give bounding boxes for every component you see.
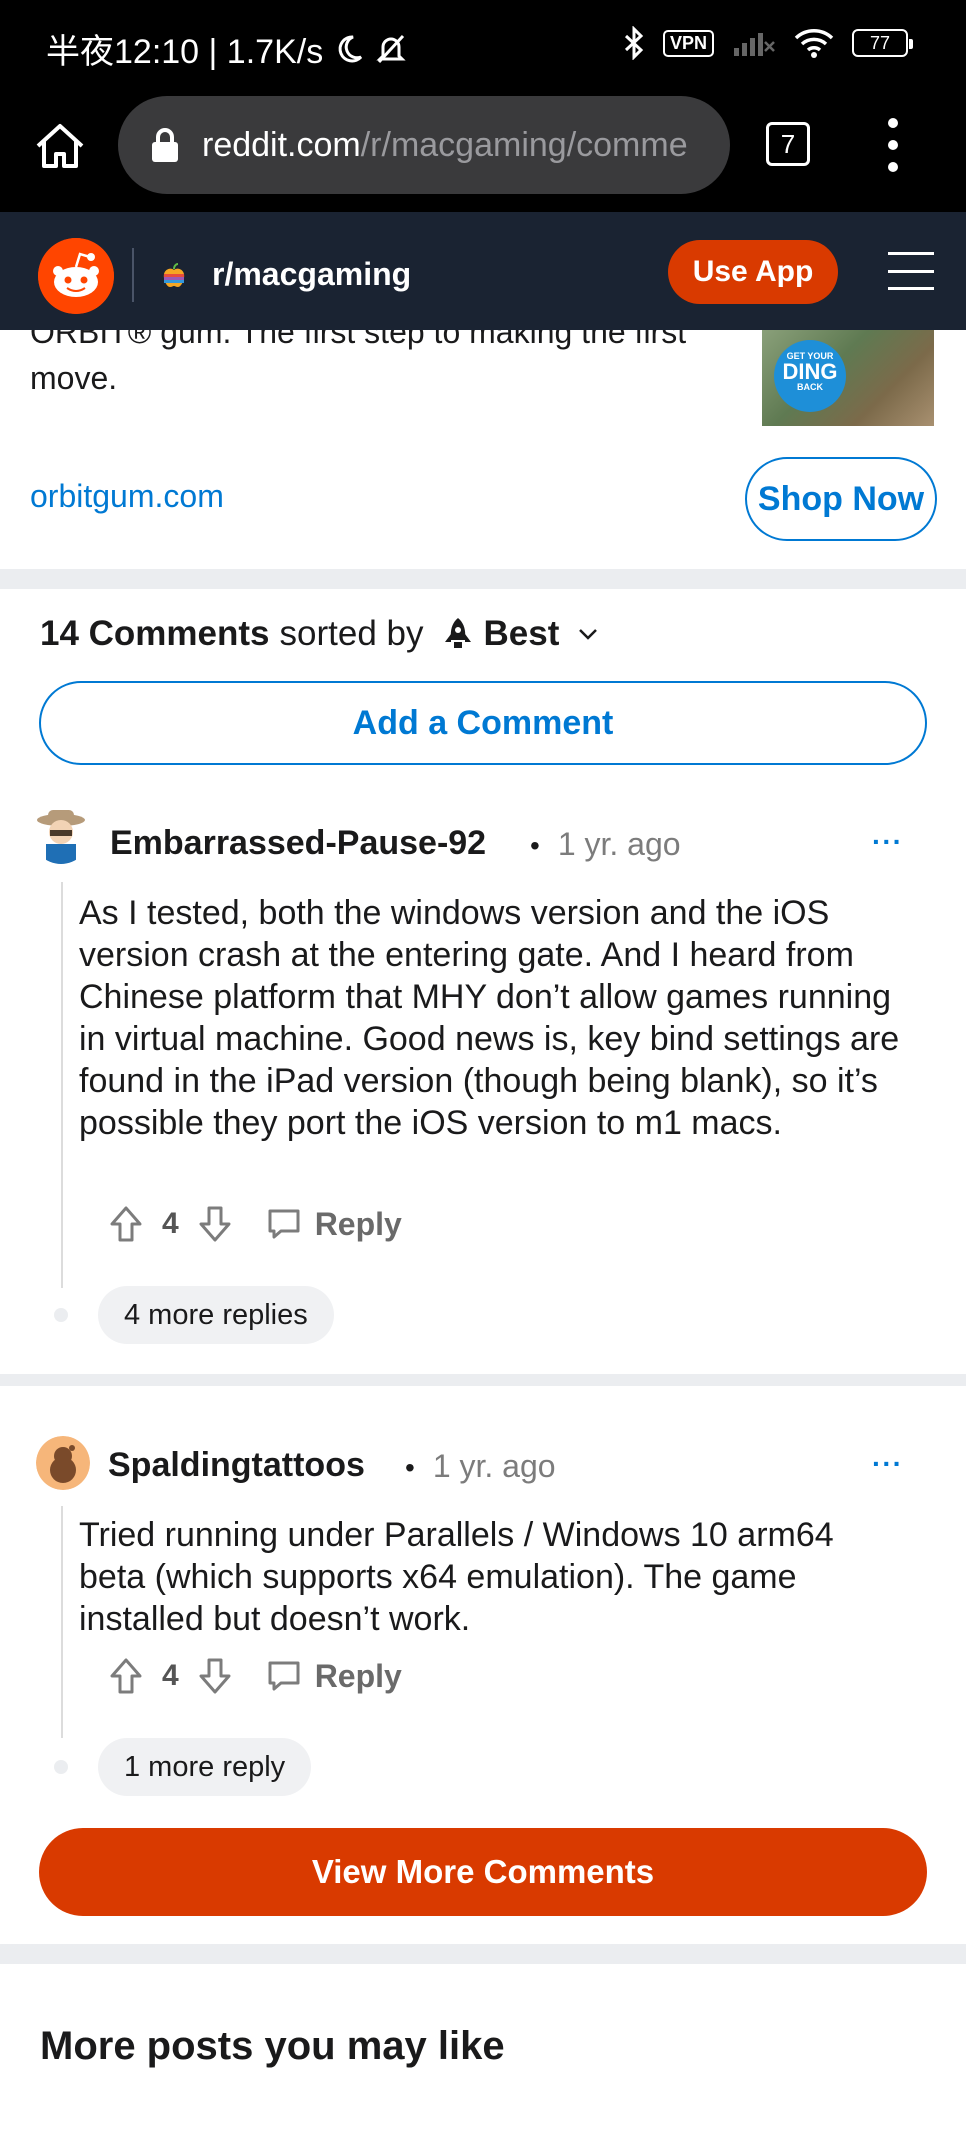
downvote-icon[interactable] — [197, 1204, 233, 1244]
ad-image[interactable]: GET YOUR DING BACK — [762, 330, 934, 426]
browser-menu-icon[interactable] — [885, 118, 901, 172]
ding-badge-main: DING — [782, 359, 838, 384]
add-comment-button[interactable]: Add a Comment — [39, 681, 927, 765]
signal-icon — [734, 33, 775, 56]
comment-body: As I tested, both the windows version an… — [79, 894, 900, 1142]
vpn-badge: VPN — [662, 29, 714, 57]
url-path: /r/macgaming/comme — [360, 125, 688, 164]
comment-meta: • 1 yr. ago — [530, 826, 681, 862]
lock-icon — [152, 128, 178, 162]
section-divider — [0, 1944, 966, 1964]
status-left: 半夜12:10 | 1.7K/s — [46, 24, 407, 73]
shop-now-button[interactable]: Shop Now — [745, 457, 937, 541]
avatar[interactable] — [32, 806, 90, 864]
branch-dot — [54, 1760, 68, 1774]
url-domain: reddit.com — [202, 125, 361, 164]
vote-count: 4 — [162, 1207, 179, 1240]
more-posts-heading: More posts you may like — [40, 2024, 505, 2068]
use-app-button[interactable]: Use App — [668, 240, 838, 304]
comment-actions: 4 Reply — [108, 1654, 402, 1698]
comment-count: 14 Comments — [40, 614, 270, 653]
comment-meta: • 1 yr. ago — [405, 1448, 556, 1484]
rocket-icon[interactable] — [442, 616, 474, 652]
downvote-icon[interactable] — [197, 1656, 233, 1696]
chevron-down-icon[interactable] — [577, 627, 599, 641]
browser-toolbar: reddit.com/r/macgaming/comme 7 — [0, 94, 966, 212]
status-time-speed: 半夜12:10 | 1.7K/s — [46, 33, 324, 71]
sort-dropdown[interactable]: Best — [484, 614, 560, 654]
bluetooth-icon — [624, 26, 644, 60]
thread-line[interactable] — [61, 882, 63, 1288]
apple-subreddit-icon — [163, 263, 185, 287]
tab-switcher-button[interactable]: 7 — [766, 122, 810, 166]
comment-age: 1 yr. ago — [432, 1448, 556, 1484]
avatar[interactable] — [36, 1436, 90, 1490]
sorted-by-label: sorted by — [279, 614, 424, 653]
reply-button[interactable]: Reply — [267, 1658, 402, 1695]
branch-dot — [54, 1308, 68, 1322]
more-replies-button[interactable]: 4 more replies — [98, 1286, 334, 1344]
status-bar: 半夜12:10 | 1.7K/s VPN 77 — [0, 0, 966, 94]
reddit-logo-icon[interactable] — [38, 238, 114, 314]
view-more-comments-button[interactable]: View More Comments — [39, 1828, 927, 1916]
vote-count: 4 — [162, 1659, 179, 1692]
comments-header: 14 Comments sorted by Best — [40, 614, 599, 654]
reply-label: Reply — [314, 1657, 402, 1694]
wifi-icon — [794, 29, 834, 58]
hamburger-menu-icon[interactable] — [888, 252, 934, 290]
comment-divider — [0, 1374, 966, 1386]
comment-body: Tried running under Parallels / Windows … — [79, 1516, 834, 1638]
more-options-icon[interactable]: ··· — [872, 826, 903, 858]
header-divider — [132, 248, 134, 302]
subreddit-name[interactable]: r/macgaming — [212, 256, 411, 293]
section-divider — [0, 569, 966, 589]
bell-muted-icon — [376, 34, 406, 63]
ding-badge: GET YOUR DING BACK — [774, 340, 846, 412]
comment-bubble-icon — [268, 1209, 300, 1239]
address-bar[interactable]: reddit.com/r/macgaming/comme — [118, 96, 730, 194]
ad-text: move. — [30, 360, 118, 396]
reddit-header: r/macgaming Use App — [0, 212, 966, 330]
comment-actions: 4 Reply — [108, 1202, 402, 1246]
moon-icon — [338, 34, 363, 62]
comment-username[interactable]: Embarrassed-Pause-92 — [110, 824, 486, 863]
reply-label: Reply — [314, 1205, 402, 1242]
comment-username[interactable]: Spaldingtattoos — [108, 1446, 365, 1485]
status-right: VPN 77 — [623, 26, 913, 60]
comment-bubble-icon — [268, 1661, 300, 1691]
ding-badge-bottom: BACK — [797, 382, 823, 392]
home-icon[interactable] — [30, 116, 90, 176]
more-options-icon[interactable]: ··· — [872, 1448, 903, 1480]
reply-button[interactable]: Reply — [267, 1206, 402, 1243]
comment-age: 1 yr. ago — [557, 826, 681, 862]
url-text: reddit.com/r/macgaming/comme — [202, 126, 688, 165]
thread-line[interactable] — [61, 1506, 63, 1738]
more-replies-button[interactable]: 1 more reply — [98, 1738, 312, 1796]
upvote-icon[interactable] — [108, 1204, 144, 1244]
battery-icon: 77 — [852, 29, 913, 57]
ad-domain-link[interactable]: orbitgum.com — [30, 478, 224, 515]
upvote-icon[interactable] — [108, 1656, 144, 1696]
